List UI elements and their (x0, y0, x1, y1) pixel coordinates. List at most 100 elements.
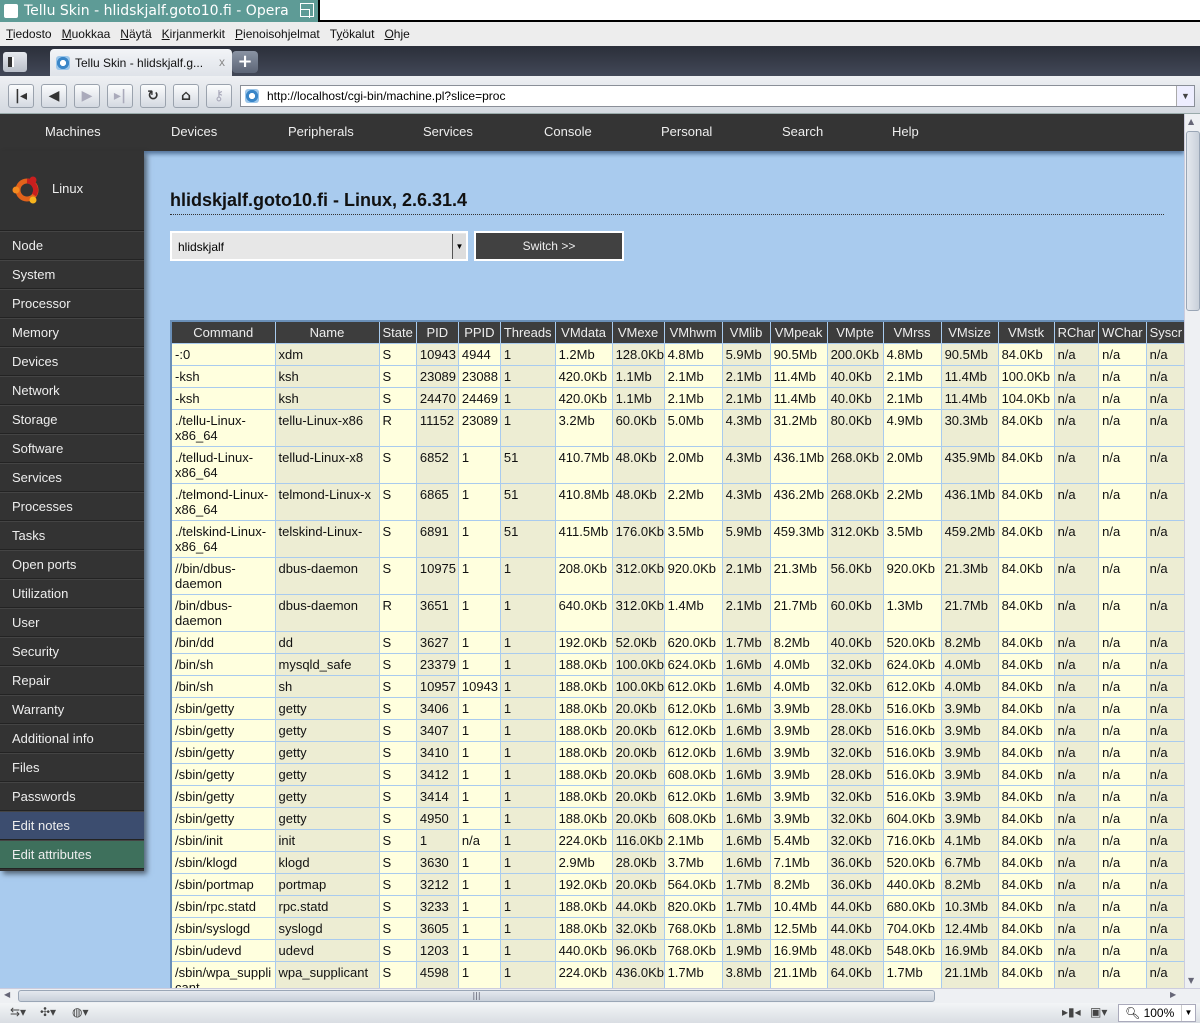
column-header-name[interactable]: Name (274, 320, 380, 344)
sidebar-edit-notes[interactable]: Edit notes (0, 811, 144, 840)
sidebar-item-passwords[interactable]: Passwords (0, 782, 144, 811)
home-button[interactable]: ⌂ (173, 84, 199, 108)
sidebar-item-repair[interactable]: Repair (0, 666, 144, 695)
column-header-command[interactable]: Command (170, 320, 276, 344)
column-header-vmpte[interactable]: VMpte (826, 320, 884, 344)
column-header-vmexe[interactable]: VMexe (611, 320, 665, 344)
scroll-up-icon[interactable]: ▲ (1188, 117, 1194, 126)
column-header-vmstk[interactable]: VMstk (997, 320, 1055, 344)
cell-vmpeak: 7.1Mb (769, 851, 828, 874)
sidebar-item-storage[interactable]: Storage (0, 405, 144, 434)
menu-pienoisohjelmat[interactable]: Pienoisohjelmat (235, 27, 320, 41)
topnav-help[interactable]: Help (892, 124, 919, 139)
sidebar-item-warranty[interactable]: Warranty (0, 695, 144, 724)
cell-threads: 1 (499, 851, 556, 874)
topnav-services[interactable]: Services (423, 124, 473, 139)
cell-syscr: n/a (1145, 675, 1184, 698)
back-button[interactable]: ◀ (41, 84, 67, 108)
topnav-console[interactable]: Console (544, 124, 592, 139)
vertical-scroll-thumb[interactable] (1186, 131, 1200, 311)
tab-close-icon[interactable]: x (219, 55, 225, 69)
table-row: /bin/sh sh S 10957 10943 1 188.0Kb 100.0Kb 612.0… (170, 675, 1184, 698)
address-history-dropdown[interactable]: ▼ (1176, 86, 1194, 106)
chevron-down-icon[interactable]: ▼ (452, 234, 466, 259)
images-toggle-icon[interactable]: ▣▾ (1090, 1005, 1107, 1019)
rewind-button[interactable]: |◂ (8, 84, 34, 108)
column-header-state[interactable]: State (378, 320, 417, 344)
sidebar-item-network[interactable]: Network (0, 376, 144, 405)
window-menu-icon[interactable] (4, 4, 18, 18)
menu-kirjanmerkit[interactable]: Kirjanmerkit (162, 27, 225, 41)
reload-button[interactable]: ↻ (140, 84, 166, 108)
sidebar-item-processes[interactable]: Processes (0, 492, 144, 521)
column-header-vmpeak[interactable]: VMpeak (769, 320, 828, 344)
sidebar-item-utilization[interactable]: Utilization (0, 579, 144, 608)
topnav-search[interactable]: Search (782, 124, 823, 139)
menu-ty-kalut[interactable]: Työkalut (330, 27, 375, 41)
column-header-pid[interactable]: PID (415, 320, 459, 344)
column-header-syscr[interactable]: Syscr (1145, 320, 1184, 344)
column-header-vmdata[interactable]: VMdata (554, 320, 613, 344)
scroll-left-icon[interactable]: ◀ (4, 990, 10, 999)
cell-vmdata: 188.0Kb (554, 763, 613, 786)
host-select[interactable]: hlidskjalf ▼ (170, 231, 468, 261)
topnav-machines[interactable]: Machines (45, 124, 101, 139)
sidebar-item-tasks[interactable]: Tasks (0, 521, 144, 550)
topnav-peripherals[interactable]: Peripherals (288, 124, 354, 139)
cell-vmhwm: 612.0Kb (663, 741, 723, 764)
column-header-vmlib[interactable]: VMlib (721, 320, 771, 344)
topnav-devices[interactable]: Devices (171, 124, 217, 139)
column-header-vmhwm[interactable]: VMhwm (663, 320, 723, 344)
menu-ohje[interactable]: Ohje (384, 27, 409, 41)
scroll-down-icon[interactable]: ▼ (1188, 976, 1194, 985)
cell-pid: 3651 (415, 594, 459, 632)
wand-key-button[interactable]: ⚷ (206, 84, 232, 108)
switch-button[interactable]: Switch >> (474, 231, 624, 261)
sidebar-item-memory[interactable]: Memory (0, 318, 144, 347)
cell-vmexe: 44.0Kb (611, 895, 665, 918)
column-header-wchar[interactable]: WChar (1098, 320, 1147, 344)
forward-button[interactable]: ▶ (74, 84, 100, 108)
cell-ppid: 1 (457, 895, 501, 918)
sidebar-item-security[interactable]: Security (0, 637, 144, 666)
sidebar-edit-attributes[interactable]: Edit attributes (0, 840, 144, 869)
maximize-button[interactable] (300, 3, 314, 18)
zoom-dropdown-icon[interactable]: ▼ (1181, 1005, 1195, 1021)
menu-n-yt-[interactable]: Näytä (120, 27, 151, 41)
sidebar-item-software[interactable]: Software (0, 434, 144, 463)
column-header-vmrss[interactable]: VMrss (882, 320, 942, 344)
sidebar-item-user[interactable]: User (0, 608, 144, 637)
column-header-ppid[interactable]: PPID (457, 320, 501, 344)
topnav-personal[interactable]: Personal (661, 124, 712, 139)
column-header-threads[interactable]: Threads (499, 320, 556, 344)
vertical-scrollbar[interactable]: ▲ ▼ (1184, 114, 1200, 988)
scroll-right-icon[interactable]: ▶ (1170, 990, 1176, 999)
cell-command: -ksh (170, 387, 276, 410)
sidebar-item-open-ports[interactable]: Open ports (0, 550, 144, 579)
menu-tiedosto[interactable]: Tiedosto (6, 27, 52, 41)
column-header-vmsize[interactable]: VMsize (940, 320, 999, 344)
horizontal-scrollbar[interactable]: ◀ ||| ▶ (0, 988, 1200, 1003)
sidebar-item-system[interactable]: System (0, 260, 144, 289)
page-view-icon[interactable]: ▸▮◂ (1062, 1005, 1081, 1019)
address-field[interactable]: http://localhost/cgi-bin/machine.pl?slic… (240, 85, 1195, 107)
sidebar-item-services[interactable]: Services (0, 463, 144, 492)
fast-forward-menu-icon[interactable]: ⇆▾ (10, 1005, 26, 1019)
sidebar-item-devices[interactable]: Devices (0, 347, 144, 376)
fast-forward-button[interactable]: ▸| (107, 84, 133, 108)
cell-vmlib: 2.1Mb (721, 365, 771, 388)
zoom-control[interactable]: 🔍︎ 100% ▼ (1118, 1004, 1196, 1022)
sidebar-item-processor[interactable]: Processor (0, 289, 144, 318)
tab-active[interactable]: Tellu Skin - hlidskjalf.g... x (50, 49, 232, 76)
sidebar-item-node[interactable]: Node (0, 231, 144, 260)
unite-menu-icon[interactable]: ✣▾ (40, 1005, 56, 1019)
turbo-menu-icon[interactable]: ◍▾ (72, 1005, 89, 1019)
new-tab-button[interactable]: + (232, 51, 258, 73)
sidebar-item-additional-info[interactable]: Additional info (0, 724, 144, 753)
panel-toggle-button[interactable] (3, 52, 27, 72)
menu-muokkaa[interactable]: Muokkaa (62, 27, 111, 41)
horizontal-scroll-thumb[interactable]: ||| (18, 990, 935, 1002)
sidebar-item-files[interactable]: Files (0, 753, 144, 782)
column-header-rchar[interactable]: RChar (1053, 320, 1100, 344)
cell-ppid: 4944 (457, 343, 501, 366)
